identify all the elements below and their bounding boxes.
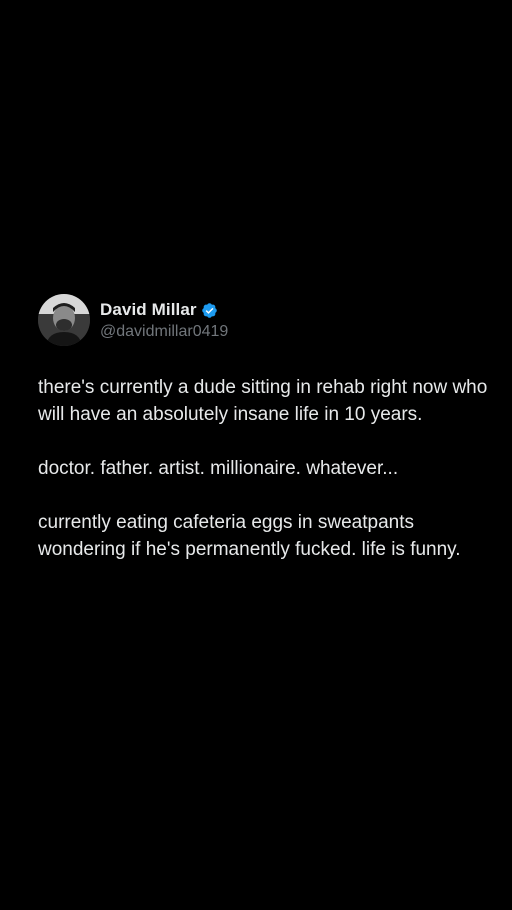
tweet-paragraph-1: there's currently a dude sitting in reha…	[38, 377, 493, 425]
tweet-text: there's currently a dude sitting in reha…	[38, 374, 488, 563]
name-row: David Millar	[100, 299, 228, 321]
avatar[interactable]	[38, 294, 90, 346]
verified-badge-icon	[201, 302, 218, 319]
tweet-paragraph-2: doctor. father. artist. millionaire. wha…	[38, 458, 399, 479]
author-name[interactable]: David Millar	[100, 300, 197, 320]
tweet-card: David Millar @davidmillar0419 there's cu…	[38, 294, 488, 563]
tweet-header: David Millar @davidmillar0419	[38, 294, 488, 346]
author-info: David Millar @davidmillar0419	[100, 299, 228, 341]
tweet-paragraph-3: currently eating cafeteria eggs in sweat…	[38, 512, 461, 560]
avatar-image	[38, 294, 90, 346]
author-handle[interactable]: @davidmillar0419	[100, 323, 228, 341]
